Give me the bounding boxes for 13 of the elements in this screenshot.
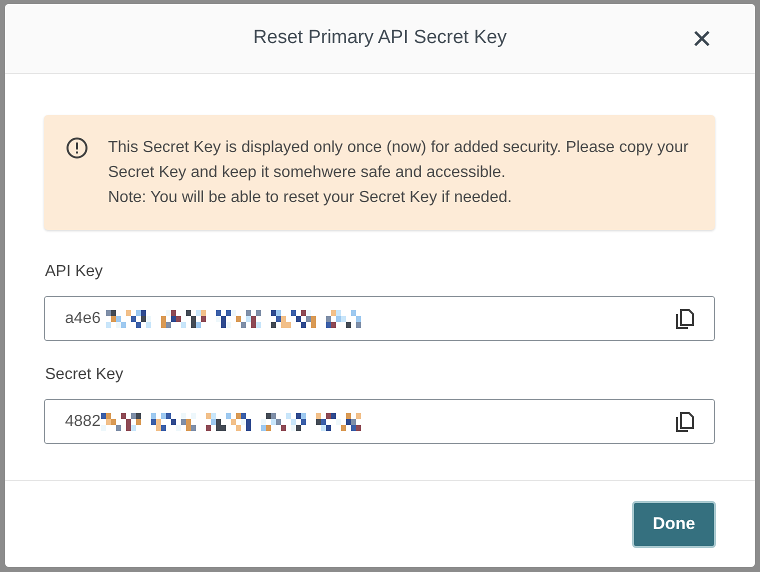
close-button[interactable]: ✕	[687, 22, 717, 56]
copy-button[interactable]	[674, 306, 696, 330]
alert-icon	[66, 137, 88, 159]
key-field[interactable]: 4882	[44, 399, 715, 444]
field-label: Secret Key	[45, 365, 124, 385]
key-field[interactable]: a4e6	[44, 296, 715, 341]
dialog-title: Reset Primary API Secret Key	[253, 26, 507, 50]
copy-button[interactable]	[674, 410, 696, 434]
done-button[interactable]: Done	[632, 500, 716, 548]
notice-text: This Secret Key is displayed only once (now) for added security. Please copy your Secret Key and keep it somehwere safe and accessible. Note: You will be able to reset your Secret Key if needed.	[108, 138, 690, 208]
copy-icon	[676, 412, 694, 432]
copy-icon	[676, 308, 694, 328]
field-label: API Key	[45, 262, 104, 282]
